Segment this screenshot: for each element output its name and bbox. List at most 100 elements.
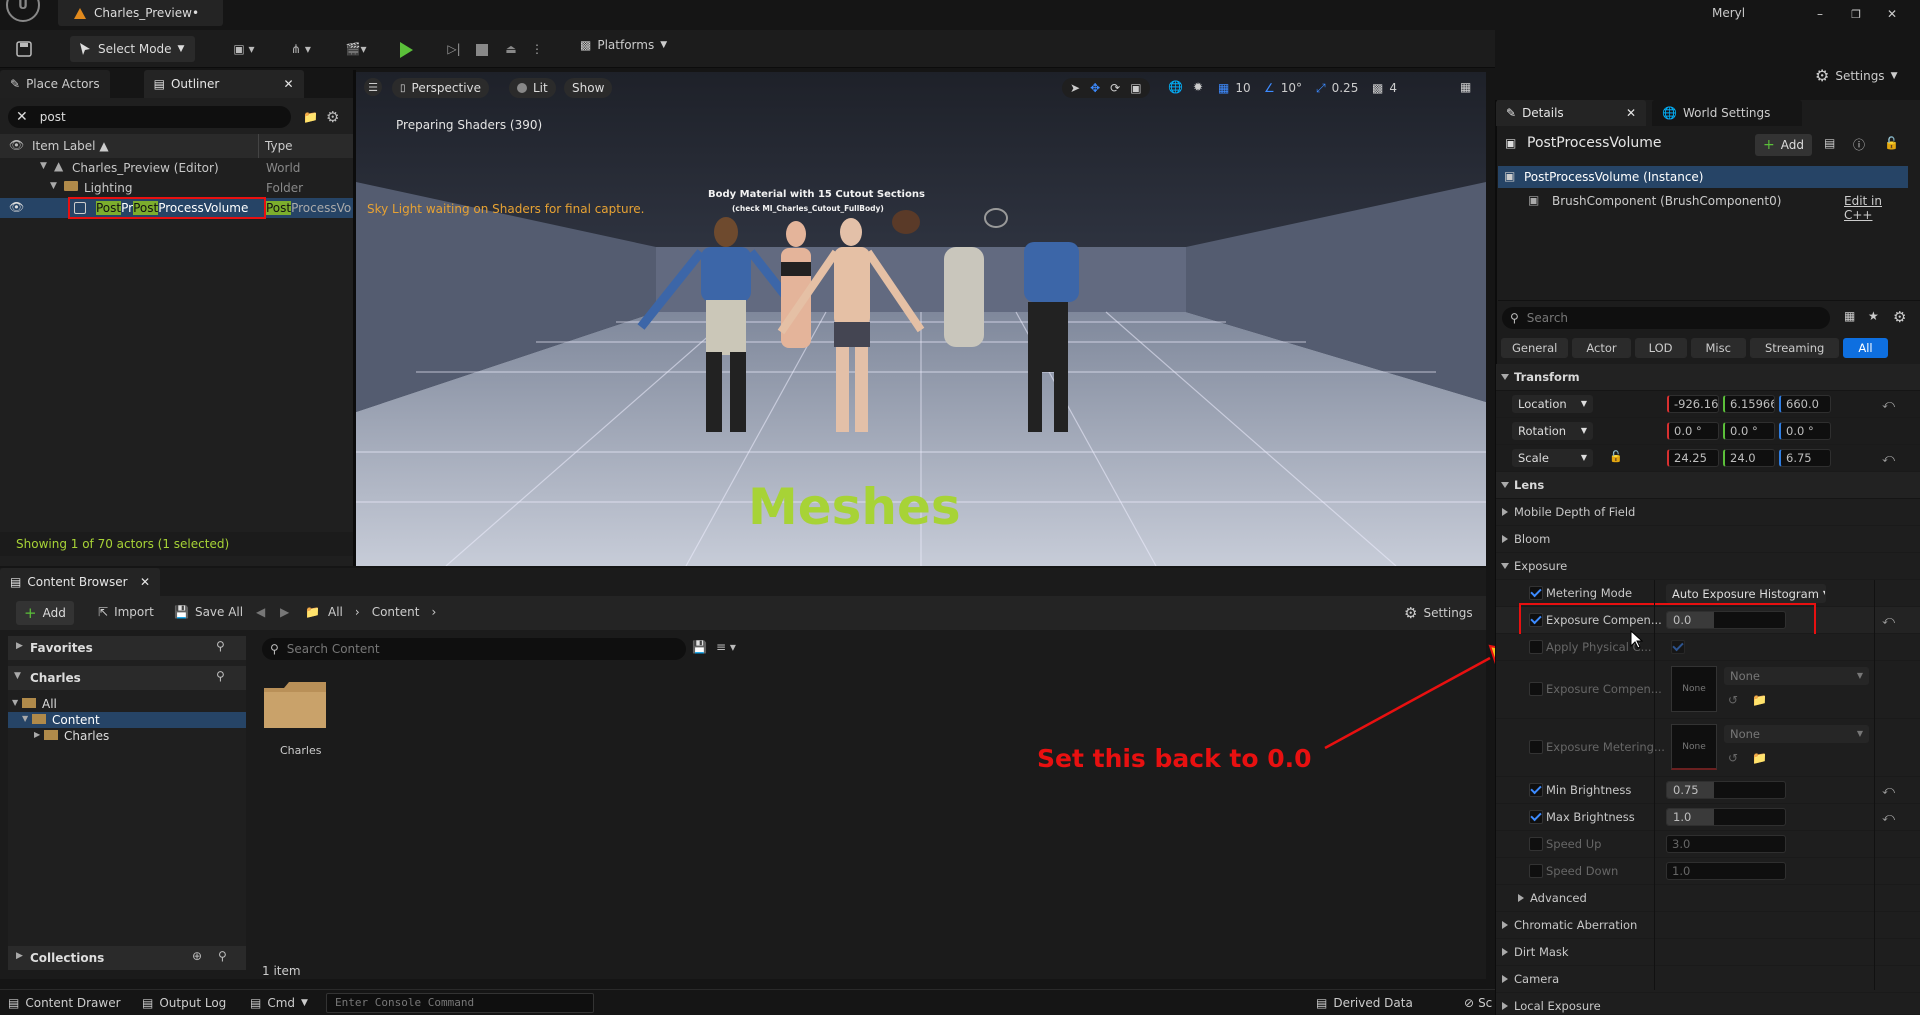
blueprint-icon[interactable]: ⋔ ▾ [283,40,319,58]
component-brush-row[interactable]: ▣ BrushComponent (BrushComponent0) Edit … [1498,190,1908,222]
visibility-icon[interactable]: 👁 [9,138,24,152]
add-component-button[interactable]: + Add [1755,134,1812,156]
bloom-row[interactable]: Bloom [1496,526,1920,553]
folder-icon[interactable]: 📁 [305,605,320,619]
show-button[interactable]: Show [564,78,613,98]
filter-icon[interactable]: ≡ ▾ [716,640,736,654]
exposure-curve-thumbnail[interactable]: None [1671,666,1717,712]
scale-tool-icon[interactable]: ▣ [1130,81,1141,95]
search-icon[interactable]: ⚲ [218,949,227,963]
filter-streaming[interactable]: Streaming [1749,338,1840,358]
asset-folder-charles[interactable]: Charles [262,680,332,770]
tab-outliner[interactable]: ▤ Outliner ✕ [143,70,304,98]
min-brightness-input[interactable]: 0.75 [1666,781,1786,799]
cinematics-icon[interactable]: 🎬▾ [338,40,374,58]
source-control-button[interactable]: ⊘ Sc [1464,996,1492,1010]
settings-dropdown[interactable]: ⚙ Settings ▼ [1815,66,1897,85]
stop-icon[interactable] [476,44,488,56]
add-content-icon[interactable]: ▣ ▾ [226,40,262,58]
breadcrumb-all[interactable]: All [328,605,343,619]
location-x-input[interactable]: -926.1687 [1667,395,1719,413]
filter-actor[interactable]: Actor [1572,338,1631,358]
metering-mode-checkbox[interactable] [1529,586,1543,600]
grid-snap[interactable]: ▦ 10 [1218,78,1251,98]
details-settings-icon[interactable]: ⚙ [1893,308,1906,326]
world-space-icon[interactable]: 🌐 [1168,80,1183,94]
exposure-curve-dropdown[interactable]: None ▼ [1724,667,1869,685]
tree-item-charles[interactable]: ▶ Charles [8,728,246,744]
reset-icon[interactable]: ⤺ [1882,451,1895,466]
forward-icon[interactable]: ▶ [280,605,289,619]
surface-snap-icon[interactable]: ✹ [1193,80,1203,94]
table-row[interactable]: ▼ Lighting Folder [0,178,353,198]
import-button[interactable]: ⇱ Import [98,605,154,619]
use-selected-icon[interactable]: ↺ [1728,693,1738,707]
cmd-dropdown[interactable]: ▤ Cmd ▼ [250,996,308,1010]
rotate-tool-icon[interactable]: ⟳ [1110,81,1120,95]
charles-header[interactable]: ▼ Charles ⚲ [8,666,246,690]
unreal-logo-icon[interactable]: U [6,0,40,22]
lock-icon[interactable]: 🔓 [1884,136,1899,150]
save-search-icon[interactable]: 💾 [692,640,707,654]
platforms-dropdown[interactable]: ▩ Platforms ▼ [580,38,667,52]
rotation-x-input[interactable]: 0.0 ° [1667,422,1719,440]
max-brightness-input[interactable]: 1.0 [1666,808,1786,826]
derived-data-button[interactable]: ▤ Derived Data [1316,996,1413,1010]
filter-lod[interactable]: LOD [1634,338,1687,358]
exposure-metering-checkbox[interactable] [1529,740,1543,754]
select-mode-dropdown[interactable]: Select Mode ▼ [70,36,195,62]
metering-mode-dropdown[interactable]: Auto Exposure Histogram ▼ [1666,584,1826,603]
level-tab[interactable]: Charles_Preview• [58,0,223,26]
column-type[interactable]: Type [265,139,293,153]
chevron-down-icon[interactable]: ▼ [50,181,57,191]
chevron-down-icon[interactable]: ▼ [40,161,47,171]
move-tool-icon[interactable]: ✥ [1090,81,1100,95]
output-log-button[interactable]: ▤ Output Log [142,996,226,1010]
exposure-metering-dropdown[interactable]: None ▼ [1724,725,1869,743]
scale-y-input[interactable]: 24.0 [1723,449,1775,467]
collections-header[interactable]: ▶ Collections ⊕ ⚲ [8,946,246,970]
browse-icon[interactable]: 📁 [1752,693,1767,707]
save-icon[interactable] [14,39,34,59]
scale-mode-dropdown[interactable]: Scale ▼ [1512,449,1593,467]
table-row[interactable]: 👁 Post Pr Post ProcessVolume PostProcessVo [0,197,353,219]
apply-physical-checkbox[interactable] [1529,640,1543,654]
rotation-z-input[interactable]: 0.0 ° [1779,422,1831,440]
outliner-search-input[interactable]: ✕ post [8,106,291,128]
speed-up-checkbox[interactable] [1529,837,1543,851]
scale-snap[interactable]: ⤢ 0.25 [1316,78,1358,98]
cb-settings-button[interactable]: ⚙ Settings [1404,604,1473,622]
filter-general[interactable]: General [1501,338,1569,358]
filter-misc[interactable]: Misc [1690,338,1746,358]
local-exposure-row[interactable]: Local Exposure [1496,993,1920,1015]
rotation-y-input[interactable]: 0.0 ° [1723,422,1775,440]
speed-up-input[interactable]: 3.0 [1666,835,1786,853]
tree-item-content[interactable]: ▼ Content [8,712,246,728]
tab-details[interactable]: ✎ Details ✕ [1496,100,1646,126]
exposure-curve-checkbox[interactable] [1529,682,1543,696]
reset-icon[interactable]: ⤺ [1882,397,1895,412]
column-divider[interactable] [1654,580,1655,990]
search-icon[interactable]: ⚲ [216,639,225,653]
blueprint-icon[interactable]: ▤ [1824,136,1835,150]
minimize-icon[interactable]: – [1810,6,1830,22]
table-view-icon[interactable]: ▦ [1844,309,1855,323]
apply-physical-value-checkbox[interactable] [1671,640,1685,654]
search-icon[interactable]: ⚲ [216,669,225,683]
exposure-metering-thumbnail[interactable]: None [1671,724,1717,770]
section-transform[interactable]: Transform [1496,364,1920,391]
min-brightness-checkbox[interactable] [1529,783,1543,797]
rotation-snap[interactable]: ∠ 10° [1264,78,1302,98]
breadcrumb-content[interactable]: Content [372,605,420,619]
details-search-input[interactable]: ⚲ Search [1502,307,1830,329]
step-icon[interactable]: ▷| [445,40,463,58]
level-viewport[interactable]: ☰ ▯ Perspective Lit Show ➤ ✥ ⟳ ▣ 🌐 ✹ ▦ 10… [356,72,1486,566]
close-tab-icon[interactable]: ✕ [284,77,294,91]
reset-icon[interactable]: ⤺ [1882,783,1895,798]
mobile-dof-row[interactable]: Mobile Depth of Field [1496,499,1920,526]
viewport-menu-icon[interactable]: ☰ [364,78,382,96]
max-brightness-checkbox[interactable] [1529,810,1543,824]
scale-x-input[interactable]: 24.25 [1667,449,1719,467]
add-collection-icon[interactable]: ⊕ [192,949,202,963]
visibility-icon[interactable]: 👁 [9,200,24,214]
